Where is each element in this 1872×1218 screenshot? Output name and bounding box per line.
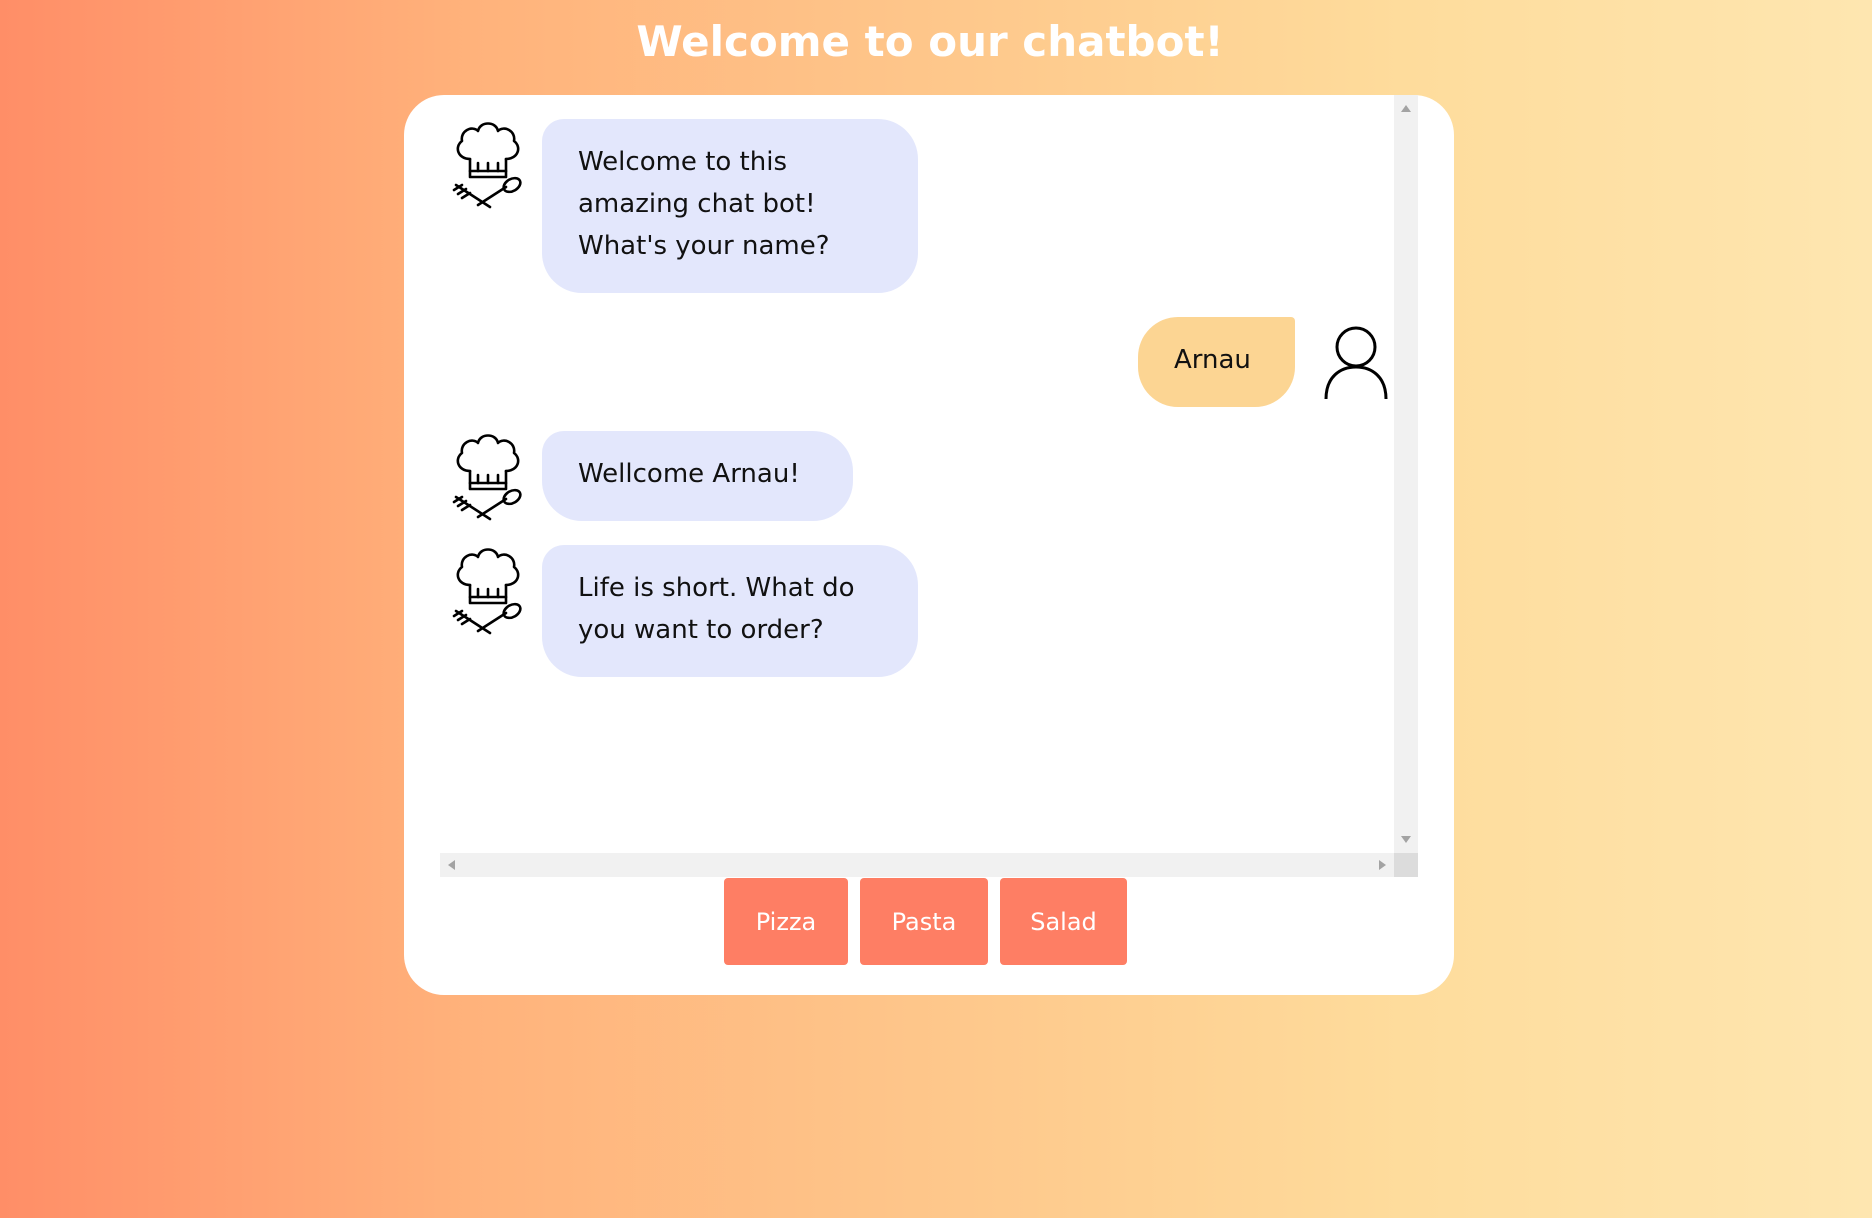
scrollbar-corner <box>1394 853 1418 877</box>
user-message-bubble: Arnau <box>1138 317 1295 407</box>
chef-hat-icon <box>452 548 522 635</box>
chat-card: Welcome to this amazing chat bot! What's… <box>404 95 1454 995</box>
option-button-salad[interactable]: Salad <box>1000 878 1127 965</box>
chef-hat-icon <box>452 122 522 209</box>
page-title: Welcome to our chatbot! <box>636 17 1224 66</box>
scroll-up-arrow-icon[interactable] <box>1401 105 1411 112</box>
chat-messages[interactable]: Welcome to this amazing chat bot! What's… <box>440 95 1394 853</box>
chef-hat-icon <box>452 434 522 521</box>
bot-message-bubble: Wellcome Arnau! <box>542 431 853 521</box>
scroll-left-arrow-icon[interactable] <box>448 860 455 870</box>
option-button-pasta[interactable]: Pasta <box>860 878 988 965</box>
scroll-down-arrow-icon[interactable] <box>1401 836 1411 843</box>
bot-message-bubble: Welcome to this amazing chat bot! What's… <box>542 119 918 293</box>
bot-message-bubble: Life is short. What do you want to order… <box>542 545 918 677</box>
option-button-pizza[interactable]: Pizza <box>724 878 848 965</box>
scroll-right-arrow-icon[interactable] <box>1379 860 1386 870</box>
user-icon <box>1324 326 1388 400</box>
horizontal-scrollbar[interactable] <box>440 853 1394 877</box>
vertical-scrollbar[interactable] <box>1394 95 1418 853</box>
